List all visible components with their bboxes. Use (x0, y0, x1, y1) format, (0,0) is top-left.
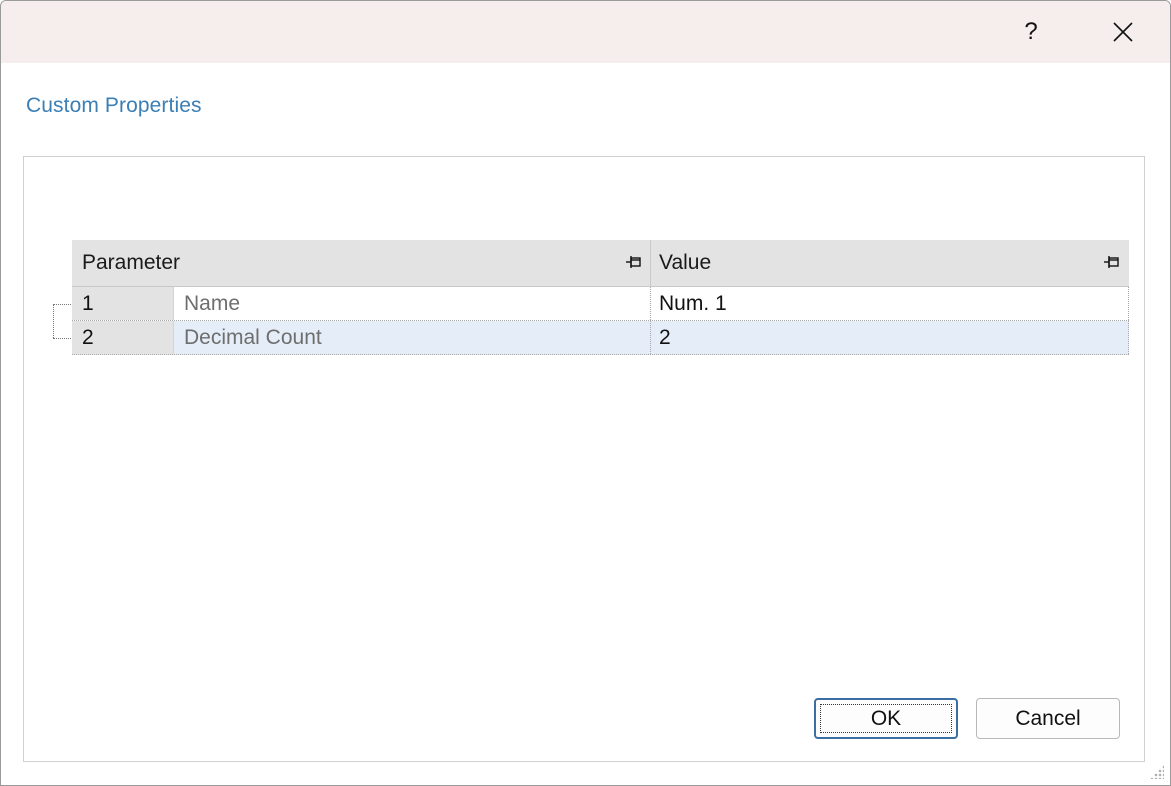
column-header-parameter[interactable]: Parameter (72, 240, 651, 286)
cancel-button-label: Cancel (1015, 706, 1081, 730)
help-button[interactable]: ? (1001, 1, 1061, 63)
column-header-value[interactable]: Value (651, 240, 1129, 286)
custom-properties-dialog: ? Custom Properties Parameter Value 1 Na… (0, 0, 1171, 786)
parameter-value-cell[interactable]: Num. 1 (651, 287, 1129, 320)
focus-rectangle (820, 704, 952, 733)
title-bar[interactable]: ? (1, 1, 1170, 63)
pin-icon[interactable] (625, 255, 643, 272)
grid-header: Parameter Value (72, 240, 1129, 287)
help-icon: ? (1024, 18, 1038, 45)
tree-connector (53, 338, 71, 339)
parameter-name-cell: Name (173, 287, 651, 320)
ok-button[interactable]: OK (814, 698, 958, 739)
table-row[interactable]: 1 Name Num. 1 (72, 287, 1129, 321)
parameter-value-cell[interactable]: 2 (651, 321, 1129, 354)
row-index: 1 (72, 287, 173, 320)
column-header-label: Value (659, 251, 712, 274)
column-header-label: Parameter (82, 251, 181, 274)
cancel-button[interactable]: Cancel (976, 698, 1120, 739)
resize-grip-icon[interactable] (1150, 765, 1164, 779)
pin-icon[interactable] (1103, 255, 1121, 272)
tree-connector (53, 304, 71, 305)
close-icon (1113, 22, 1133, 42)
table-row[interactable]: 2 Decimal Count 2 (72, 321, 1129, 355)
row-index: 2 (72, 321, 173, 354)
close-button[interactable] (1093, 1, 1153, 63)
section-title: Custom Properties (26, 94, 202, 117)
parameter-name-cell: Decimal Count (173, 321, 651, 354)
tree-connector (53, 304, 54, 338)
